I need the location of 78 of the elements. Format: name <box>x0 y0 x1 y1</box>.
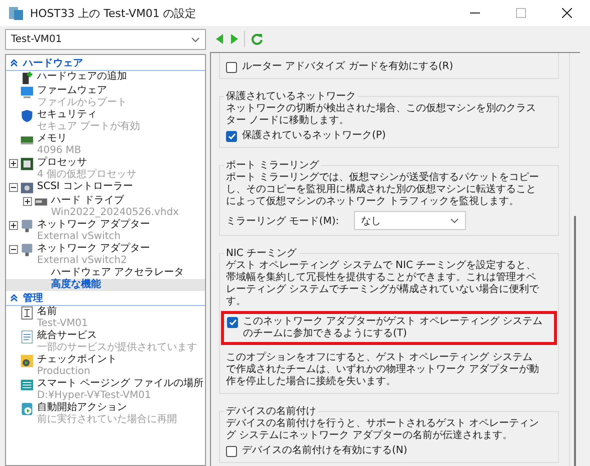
checkbox[interactable] <box>226 446 237 457</box>
tree-item[interactable]: チェックポイント Production <box>6 354 205 378</box>
collapse-icon[interactable] <box>8 245 18 254</box>
item-detail: セキュア ブートが有効 <box>37 121 140 133</box>
checkbox-label: デバイスの名前付けを有効にする(N) <box>242 445 408 457</box>
tree-item[interactable]: セキュリティ セキュア ブートが有効 <box>6 109 205 133</box>
minimize-icon <box>470 12 480 14</box>
item-icon <box>20 85 34 99</box>
maximize-icon <box>516 8 526 18</box>
tree-item[interactable]: プロセッサ 4 個の仮想プロセッサ <box>6 157 205 181</box>
checkbox-label: ルーター アドバタイズ ガードを有効にする(R) <box>242 61 454 73</box>
window-title: HOST33 上の Test-VM01 の設定 <box>30 6 198 20</box>
tree-item[interactable]: ネットワーク アダプター External vSwitch2 <box>6 243 205 267</box>
tree-item[interactable]: 統合サービス 一部のサービスが提供されています <box>6 330 205 354</box>
expand-icon[interactable] <box>22 197 32 206</box>
group-description: ネットワークの切断が検出された場合、この仮想マシンを別のクラスター ノードに移動します。 <box>226 103 537 127</box>
checkbox[interactable] <box>227 317 238 328</box>
tree-item[interactable]: ファームウェア ファイルからブート <box>6 85 205 109</box>
tree-item[interactable]: ハードウェアの追加 <box>6 71 205 85</box>
item-detail: 一部のサービスが提供されています <box>37 342 197 354</box>
expand-icon[interactable] <box>8 221 18 230</box>
item-icon <box>20 243 34 257</box>
item-icon <box>20 109 34 123</box>
tree-item[interactable]: SCSI コントローラー <box>6 181 205 195</box>
caret-icon <box>450 218 459 224</box>
item-detail: 前に実行されていた場合に再開 <box>37 414 177 426</box>
refresh-icon[interactable] <box>251 32 263 44</box>
checkbox-label: 保護されているネットワーク(P) <box>242 130 386 142</box>
item-icon <box>20 219 34 233</box>
group-title: 保護されているネットワーク <box>225 90 357 102</box>
tree-item[interactable]: ハードウェア アクセラレータ <box>6 267 205 279</box>
group-description: ゲスト オペレーティング システムで NIC チーミングを設定すると、帯域幅を集約して冗長性を提供することができます。これは管理オペレーティング システムでチーミングが構成されていない場合に便利です。 <box>226 260 540 308</box>
field-label: ミラーリング モード(M): <box>226 214 340 228</box>
collapse-icon <box>10 59 18 67</box>
group-description: ポート ミラーリングでは、仮想マシンが送受信するパケットをコピーし、そのコピーを監視用に構成された別の仮想マシンに転送することによって仮想マシンのネットワーク トラフィックを監視します。 <box>226 172 540 208</box>
tree-item[interactable]: メモリ 4096 MB <box>6 133 205 157</box>
item-detail: Test-VM01 <box>37 318 88 330</box>
collapse-icon[interactable] <box>8 183 18 192</box>
group-description: デバイスの名前付けを行うと、サポートされるゲスト オペレーティング システムにネットワーク アダプターの名前が伝達されます。 <box>226 418 540 442</box>
item-icon <box>20 378 34 392</box>
item-detail: Win2022_20240526.vhdx <box>51 207 179 218</box>
item-icon <box>20 402 34 416</box>
item-detail: ファイルからブート <box>37 97 127 109</box>
item-icon <box>20 306 34 320</box>
item-detail: 4096 MB <box>37 145 82 156</box>
section-header[interactable]: 管理 <box>6 291 205 306</box>
item-detail: External vSwitch2 <box>37 255 128 267</box>
tree-item[interactable]: 高度な機能 <box>6 279 205 291</box>
item-detail: 4 個の仮想プロセッサ <box>37 169 137 181</box>
item-icon <box>20 71 34 85</box>
expand-icon[interactable] <box>8 159 18 168</box>
item-detail: D:¥Hyper-V¥Test-VM01 <box>37 390 152 402</box>
group-title: デバイスの名前付け <box>225 405 317 418</box>
item-detail: External vSwitch <box>37 231 122 242</box>
close-icon <box>562 8 572 18</box>
checkbox[interactable] <box>226 131 237 142</box>
tree-item[interactable]: 名前 Test-VM01 <box>6 306 205 330</box>
item-detail: Production <box>37 366 92 378</box>
caret-icon <box>191 36 200 42</box>
vm-dropdown[interactable]: Test-VM01 <box>5 29 206 50</box>
mode-dropdown[interactable]: なし <box>354 211 466 230</box>
item-icon <box>20 181 34 195</box>
checkbox-label: このネットワーク アダプターがゲスト オペレーティング システムのチームに参加できるようにする(T) <box>243 316 544 340</box>
group-title: ポート ミラーリング <box>225 159 320 172</box>
window-icon <box>8 5 24 21</box>
section-header[interactable]: ハードウェア <box>6 56 205 71</box>
collapse-icon <box>10 294 18 302</box>
tree-item[interactable]: スマート ページング ファイルの場所 D:¥Hyper-V¥Test-VM01 <box>6 378 205 402</box>
group-note: このオプションをオフにすると、ゲスト オペレーティング システムで作成されたチームは、いずれかの物理ネットワーク アダプターが動作を停止した場合に接続を失います。 <box>226 352 540 388</box>
checkbox[interactable] <box>226 62 237 73</box>
tree-item[interactable]: ハード ドライブ Win2022_20240526.vhdx <box>6 195 205 219</box>
group-title: NIC チーミング <box>225 247 298 260</box>
tree-item[interactable]: ネットワーク アダプター External vSwitch <box>6 219 205 243</box>
item-icon <box>20 157 34 171</box>
scrollbar-thumb[interactable] <box>574 216 576 466</box>
item-icon <box>20 354 34 368</box>
tree-item[interactable]: 自動開始アクション 前に実行されていた場合に再開 <box>6 402 205 426</box>
item-icon <box>20 330 34 344</box>
